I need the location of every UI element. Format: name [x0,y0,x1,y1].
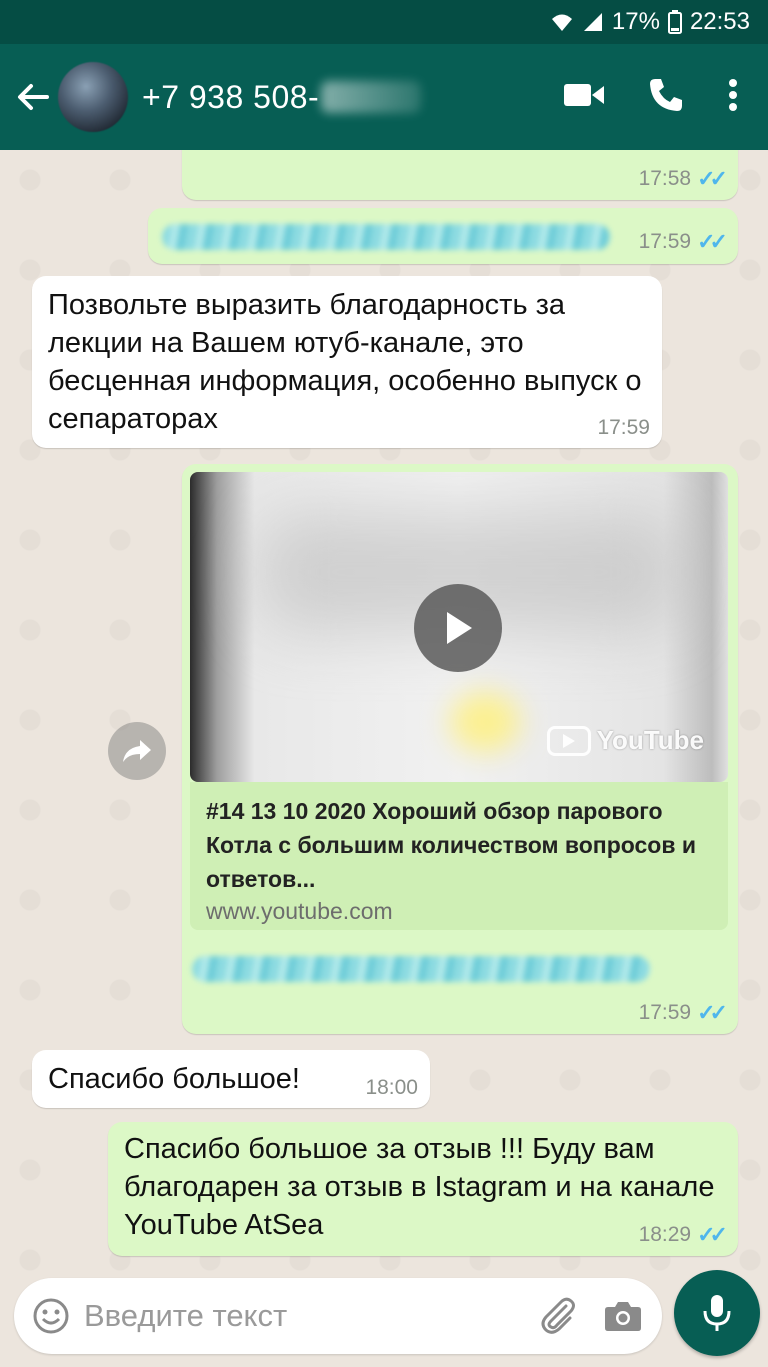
message-bubble-outgoing[interactable]: 17:59 ✓✓ [148,208,738,264]
back-button[interactable] [6,44,58,150]
contact-number: +7 938 508- [142,78,320,115]
message-time: 17:59 [638,230,692,253]
message-meta: 18:29 ✓✓ [638,1222,728,1248]
emoji-icon [33,1298,69,1334]
avatar[interactable] [58,62,128,132]
message-time: 18:29 [638,1223,692,1246]
message-bubble-incoming[interactable]: Спасибо большое! 18:00 [32,1050,430,1108]
message-bubble-outgoing[interactable]: YouTube #14 13 10 2020 Хороший обзор пар… [182,464,738,1034]
message-meta: 17:58 ✓✓ [638,166,728,192]
emoji-button[interactable] [32,1297,70,1335]
message-meta: 17:59 ✓✓ [638,229,728,255]
wifi-icon [550,11,574,33]
status-bar: 17% 22:53 [0,0,768,44]
message-meta: 17:59 ✓✓ [638,1000,728,1026]
link-title: #14 13 10 2020 Хороший обзор парового Ко… [206,798,696,892]
more-vert-icon [729,78,737,111]
more-options-button[interactable] [728,78,738,117]
video-thumbnail[interactable]: YouTube [190,472,728,782]
message-meta: 18:00 [365,1076,418,1100]
message-time: 17:59 [638,1001,692,1024]
read-ticks-icon: ✓✓ [697,1000,728,1025]
message-bubble-incoming[interactable]: Позвольте выразить благодарность за лекц… [32,276,662,448]
read-ticks-icon: ✓✓ [697,229,728,254]
redacted-number [321,81,422,113]
youtube-watermark: YouTube [546,725,704,756]
attach-button[interactable] [538,1296,578,1336]
phone-icon [650,78,682,111]
youtube-logo-icon [546,725,591,756]
message-time: 17:59 [597,416,650,439]
camera-icon [605,1302,641,1331]
back-arrow-icon [18,84,49,110]
forward-button[interactable] [108,722,166,780]
play-icon [447,612,472,644]
youtube-badge-text: YouTube [596,725,704,755]
link-preview[interactable]: #14 13 10 2020 Хороший обзор парового Ко… [190,782,728,930]
read-ticks-icon: ✓✓ [697,1222,728,1247]
signal-icon [582,11,604,33]
chat-area[interactable]: 17:58 ✓✓ 17:59 ✓✓ Позвольте выразить бла… [0,150,768,1278]
camera-button[interactable] [604,1300,642,1332]
read-ticks-icon: ✓✓ [697,166,728,191]
contact-name[interactable]: +7 938 508- [142,78,422,116]
clock: 22:53 [689,8,750,35]
message-composer [14,1278,662,1354]
redacted-text [192,956,650,982]
mic-icon [703,1295,731,1331]
attach-icon [541,1297,575,1334]
play-button[interactable] [414,584,502,672]
message-bubble-outgoing[interactable]: 17:58 ✓✓ [182,150,738,200]
message-input[interactable] [84,1298,464,1334]
message-bubble-outgoing[interactable]: Спасибо большое за отзыв !!! Буду вам бл… [108,1122,738,1256]
message-text: Позвольте выразить благодарность за лекц… [48,289,642,435]
message-text: Спасибо большое за отзыв !!! Буду вам бл… [124,1133,715,1241]
video-call-button[interactable] [564,82,604,113]
message-time: 18:00 [365,1076,418,1099]
voice-message-button[interactable] [674,1270,760,1356]
chat-header: +7 938 508- [0,44,768,150]
battery-icon [667,10,682,34]
link-url: www.youtube.com [206,898,393,924]
redacted-text [162,224,610,250]
battery-percent: 17% [611,8,660,35]
voice-call-button[interactable] [648,77,684,118]
message-meta: 17:59 [597,416,650,440]
message-time: 17:58 [638,167,692,190]
forward-icon [123,740,151,762]
message-text: Спасибо большое! [48,1063,300,1095]
video-call-icon [564,83,604,106]
